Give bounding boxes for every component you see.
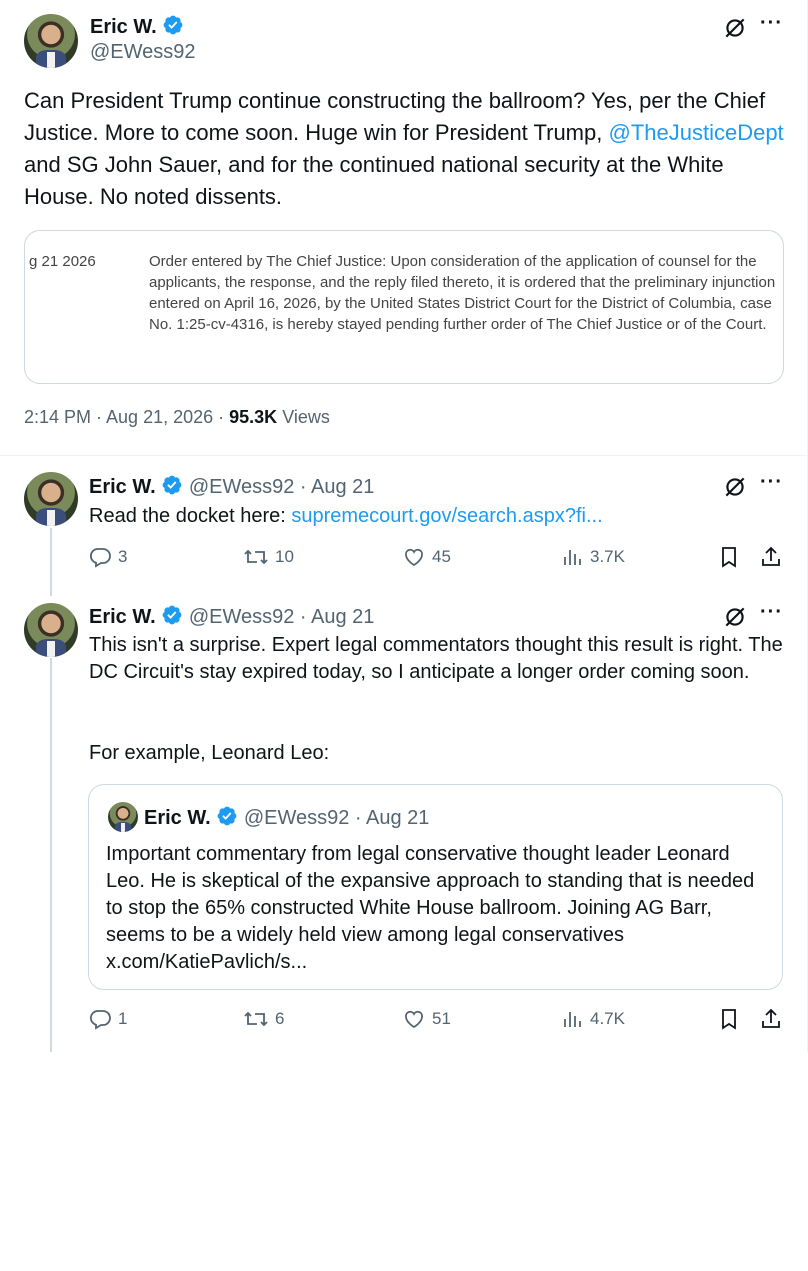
views-count: 3.7K xyxy=(590,547,625,566)
verified-badge-icon xyxy=(162,475,182,495)
like-icon xyxy=(405,548,423,567)
quote-author: Eric W. @EWess92 · Aug 21 xyxy=(144,805,429,830)
bookmark-icon xyxy=(722,547,736,568)
author-name-text: Eric W. xyxy=(89,606,156,628)
verified-badge-icon xyxy=(217,806,237,826)
grok-icon[interactable] xyxy=(722,15,748,41)
tweet-meta[interactable]: @EWess92 · Aug 21 xyxy=(189,476,375,498)
quote-meta: @EWess92 · Aug 21 xyxy=(243,807,430,829)
like-button[interactable]: 45 xyxy=(402,545,451,569)
repost-count: 10 xyxy=(275,547,294,566)
document-card[interactable]: g 21 2026 Order entered by The Chief Jus… xyxy=(24,230,784,384)
views-button[interactable]: 4.7K xyxy=(562,1007,625,1031)
more-icon[interactable]: ··· xyxy=(760,472,783,492)
like-count: 51 xyxy=(432,1009,451,1028)
mention-link[interactable]: @TheJusticeDept xyxy=(608,120,783,145)
reply-button[interactable]: 3 xyxy=(88,545,127,569)
repost-icon xyxy=(244,1011,268,1027)
share-icon xyxy=(762,546,780,566)
reply-paragraph-1: This isn't a surprise. Expert legal comm… xyxy=(89,634,783,683)
tweet-meta[interactable]: @EWess92 · Aug 21 xyxy=(189,606,375,628)
grok-icon[interactable] xyxy=(722,474,748,500)
author-handle[interactable]: @EWess92 xyxy=(90,41,196,64)
reply-count: 1 xyxy=(118,1009,128,1028)
share-button[interactable] xyxy=(760,1007,782,1031)
repost-count: 6 xyxy=(275,1009,285,1028)
views-count: 4.7K xyxy=(590,1009,625,1028)
verified-badge-icon xyxy=(163,15,183,35)
quote-tweet-card[interactable]: Eric W. @EWess92 · Aug 21 Important comm… xyxy=(88,784,783,990)
avatar xyxy=(108,802,138,832)
avatar[interactable] xyxy=(24,603,78,657)
avatar[interactable] xyxy=(24,14,78,68)
views-button[interactable]: 3.7K xyxy=(562,545,625,569)
quote-author-name: Eric W. xyxy=(144,807,211,829)
like-count: 45 xyxy=(432,547,451,566)
tweet-text: Can President Trump continue constructin… xyxy=(24,85,794,213)
author-name-text: Eric W. xyxy=(90,16,157,38)
views-count: 95.3K xyxy=(229,407,278,427)
views-icon xyxy=(564,1012,581,1027)
tweet-text-part2: and SG John Sauer, and for the continued… xyxy=(24,152,724,209)
reply-icon xyxy=(89,1010,111,1030)
reply-icon xyxy=(89,548,111,568)
like-icon xyxy=(405,1010,423,1029)
repost-button[interactable]: 6 xyxy=(243,1007,284,1031)
author-name[interactable]: Eric W. @EWess92 · Aug 21 xyxy=(89,474,374,499)
docket-link[interactable]: supremecourt.gov/search.aspx?fi... xyxy=(291,505,602,527)
author-name[interactable]: Eric W. @EWess92 · Aug 21 xyxy=(89,604,374,629)
views-icon xyxy=(564,550,581,565)
more-icon[interactable]: ··· xyxy=(760,602,783,622)
repost-icon xyxy=(244,549,268,565)
divider xyxy=(0,455,808,456)
doc-date: g 21 2026 xyxy=(29,253,96,270)
blank-area xyxy=(0,1052,808,1271)
timestamp-text: 2:14 PM · Aug 21, 2026 · xyxy=(24,407,230,427)
like-button[interactable]: 51 xyxy=(402,1007,451,1031)
tweet-timestamp[interactable]: 2:14 PM · Aug 21, 2026 · 95.3K Views xyxy=(24,407,330,428)
thread-line xyxy=(50,528,52,596)
reply-text-prefix: Read the docket here: xyxy=(89,505,292,527)
quote-text: Important commentary from legal conserva… xyxy=(106,843,755,973)
share-icon xyxy=(762,1008,780,1028)
action-bar: 1 6 51 4.7K xyxy=(88,1007,788,1035)
bookmark-button[interactable] xyxy=(718,545,740,569)
share-button[interactable] xyxy=(760,545,782,569)
action-bar: 3 10 45 3.7K xyxy=(88,545,788,573)
author-name-text: Eric W. xyxy=(89,476,156,498)
reply-count: 3 xyxy=(118,547,128,566)
reply-text: Read the docket here: supremecourt.gov/s… xyxy=(89,503,603,530)
verified-badge-icon xyxy=(162,605,182,625)
thread-line xyxy=(50,658,52,1052)
grok-icon[interactable] xyxy=(722,604,748,630)
bookmark-icon xyxy=(722,1009,736,1030)
reply-paragraph-2: For example, Leonard Leo: xyxy=(89,742,330,764)
views-label: Views xyxy=(277,407,330,427)
more-icon[interactable]: ··· xyxy=(760,13,783,33)
bookmark-button[interactable] xyxy=(718,1007,740,1031)
doc-order-text: Order entered by The Chief Justice: Upon… xyxy=(149,253,776,333)
repost-button[interactable]: 10 xyxy=(243,545,294,569)
reply-button[interactable]: 1 xyxy=(88,1007,127,1031)
avatar[interactable] xyxy=(24,472,78,526)
author-name[interactable]: Eric W. xyxy=(90,14,184,39)
